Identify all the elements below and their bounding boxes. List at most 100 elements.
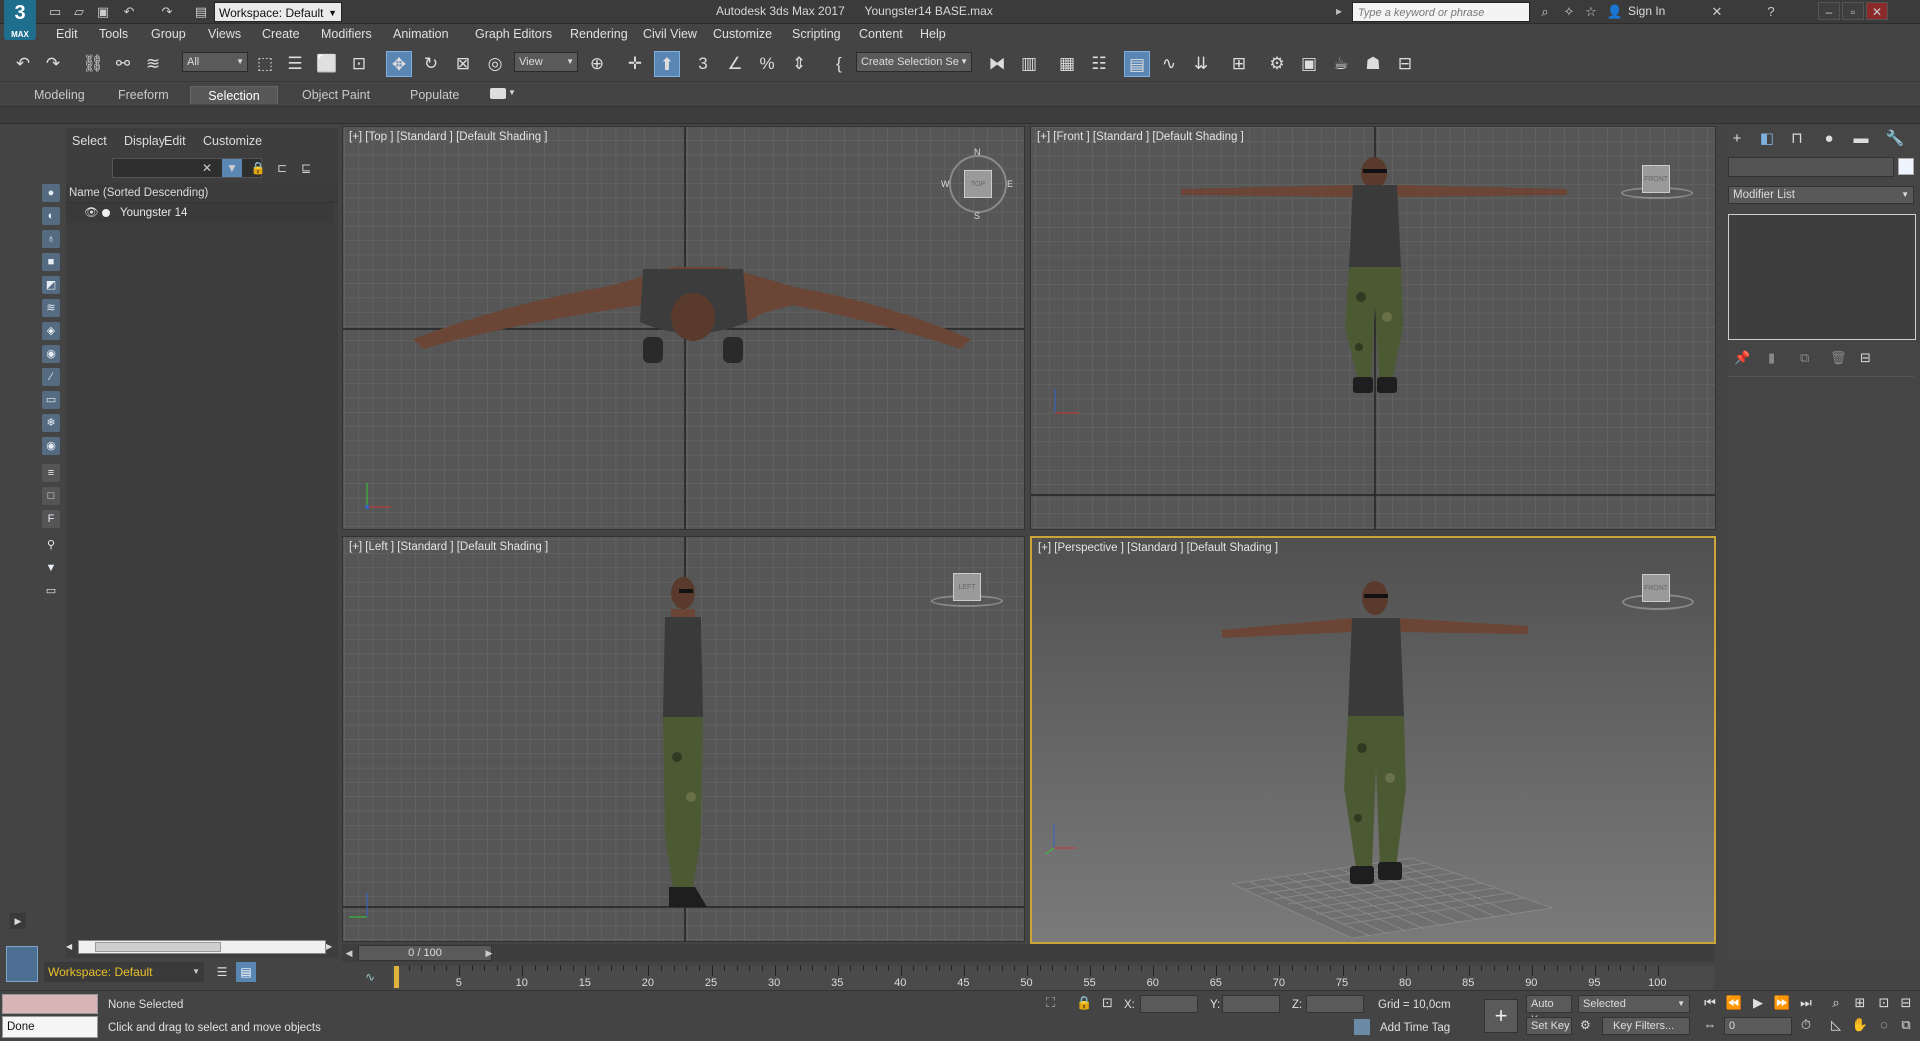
chevron-down-icon[interactable]: ▼ bbox=[508, 88, 516, 97]
close-button[interactable]: ✕ bbox=[1866, 2, 1888, 20]
display-icon[interactable]: ▬ bbox=[1850, 128, 1872, 150]
place-icon[interactable]: ◎ bbox=[482, 51, 508, 77]
horizontal-scrollbar[interactable] bbox=[78, 940, 326, 954]
render-frame-icon[interactable]: ▣ bbox=[1296, 51, 1322, 77]
menu-edit[interactable]: Edit bbox=[56, 27, 78, 41]
list-item[interactable]: 👁 Youngster 14 bbox=[66, 203, 334, 223]
utilities-icon[interactable]: 🔧 bbox=[1884, 128, 1906, 150]
selection-lock-icon[interactable]: 🔒 bbox=[1076, 995, 1092, 1011]
scroll-right-icon[interactable]: ▶ bbox=[326, 940, 336, 954]
scroll-left-icon[interactable]: ◀ bbox=[66, 940, 76, 954]
display-lights-icon[interactable]: ♁ bbox=[42, 230, 60, 248]
explorer-mode-icon[interactable]: ▤ bbox=[236, 962, 256, 982]
time-slider-thumb[interactable]: 0 / 100 bbox=[358, 945, 492, 961]
display-none-icon[interactable]: □ bbox=[42, 487, 60, 505]
display-space-warps-icon[interactable]: ≋ bbox=[42, 299, 60, 317]
next-frame-icon[interactable]: ⏩ bbox=[1772, 995, 1792, 1011]
select-manipulate-icon[interactable]: ✛ bbox=[622, 51, 648, 77]
display-helpers-icon[interactable]: ◩ bbox=[42, 276, 60, 294]
rotate-icon[interactable]: ↻ bbox=[418, 51, 444, 77]
tab-modeling[interactable]: Modeling bbox=[24, 86, 95, 104]
move-icon[interactable]: ✥ bbox=[386, 51, 412, 77]
workspace-dropdown[interactable]: Workspace: Default ▼ bbox=[214, 2, 342, 22]
new-file-icon[interactable]: ▭ bbox=[46, 3, 64, 21]
menu-animation[interactable]: Animation bbox=[393, 27, 449, 41]
go-to-end-icon[interactable]: ⏭ bbox=[1796, 995, 1816, 1011]
display-invert-icon[interactable]: F bbox=[42, 510, 60, 528]
isolate-selection-icon[interactable]: ⛶ bbox=[1046, 995, 1055, 1011]
help-icon[interactable]: ? bbox=[1762, 3, 1780, 21]
menu-create[interactable]: Create bbox=[262, 27, 300, 41]
menu-views[interactable]: Views bbox=[208, 27, 241, 41]
workspace-selector[interactable]: Workspace: Default ▼ bbox=[44, 962, 204, 982]
viewcube[interactable]: FRONT bbox=[1642, 574, 1670, 602]
undo-icon[interactable]: ↶ bbox=[10, 51, 36, 77]
key-mode-dropdown[interactable]: Selected ▼ bbox=[1578, 995, 1690, 1013]
named-selection-dropdown[interactable]: Create Selection Se ▼ bbox=[856, 52, 972, 72]
configure-modifier-sets-icon[interactable]: ⊟ bbox=[1860, 350, 1871, 366]
viewcube[interactable]: TOP bbox=[964, 170, 992, 198]
selection-filter-dropdown[interactable]: All ▼ bbox=[182, 52, 248, 72]
exchange-icon[interactable]: ✕ bbox=[1708, 3, 1726, 21]
remove-modifier-icon[interactable]: 🗑 bbox=[1830, 350, 1847, 366]
viewport-perspective[interactable]: [+] [Perspective ] [Standard ] [Default … bbox=[1030, 536, 1716, 944]
character-perspective-view[interactable] bbox=[1222, 581, 1528, 884]
current-frame-field[interactable]: 0 bbox=[1724, 1017, 1792, 1035]
explorer-menu-edit[interactable]: Edit bbox=[164, 134, 186, 148]
zoom-all-icon[interactable]: ⊞ bbox=[1850, 995, 1870, 1011]
toggle-ribbon-icon[interactable]: ☷ bbox=[1086, 51, 1112, 77]
lock-icon[interactable]: 🔒 bbox=[248, 159, 268, 177]
maximize-button[interactable]: ▫ bbox=[1842, 2, 1864, 20]
auto-key-button[interactable]: Auto Key bbox=[1526, 995, 1572, 1026]
scrollbar-thumb[interactable] bbox=[95, 942, 221, 952]
viewport-label[interactable]: [+] [Perspective ] [Standard ] [Default … bbox=[1038, 542, 1278, 554]
display-bones-icon[interactable]: ⁄ bbox=[42, 368, 60, 386]
viewport-left[interactable]: [+] [Left ] [Standard ] [Default Shading… bbox=[342, 536, 1025, 942]
display-frozen-icon[interactable]: ❄ bbox=[42, 414, 60, 432]
dope-sheet-icon[interactable]: ⇊ bbox=[1188, 51, 1214, 77]
menu-tools[interactable]: Tools bbox=[99, 27, 128, 41]
tab-populate[interactable]: Populate bbox=[400, 86, 469, 104]
viewport-label[interactable]: [+] [Left ] [Standard ] [Default Shading… bbox=[349, 541, 548, 553]
viewport-front[interactable]: [+] [Front ] [Standard ] [Default Shadin… bbox=[1030, 126, 1716, 530]
sync-icon[interactable]: ▭ bbox=[42, 582, 60, 600]
select-by-name-icon[interactable]: ☰ bbox=[282, 51, 308, 77]
go-to-start-icon[interactable]: ⏮ bbox=[1700, 995, 1720, 1011]
window-crossing-icon[interactable]: ⊡ bbox=[346, 51, 372, 77]
timeline-track[interactable]: 5 10 15 20 25 30 35 40 45 50 55 60 65 70 75 80 85 90 95 100 bbox=[392, 966, 1714, 990]
modifier-list-dropdown[interactable]: Modifier List ▼ bbox=[1728, 186, 1914, 204]
select-object-icon[interactable]: ⬚ bbox=[252, 51, 278, 77]
menu-modifiers[interactable]: Modifiers bbox=[321, 27, 372, 41]
layer-icon[interactable]: ☰ bbox=[212, 962, 232, 982]
reference-coordinate-dropdown[interactable]: View ▼ bbox=[514, 52, 578, 72]
menu-group[interactable]: Group bbox=[151, 27, 186, 41]
explorer-menu-display[interactable]: Display bbox=[124, 134, 165, 148]
time-slider[interactable]: ◀ 0 / 100 ▶ bbox=[342, 944, 1714, 962]
object-name-field[interactable] bbox=[1728, 157, 1894, 177]
viewcube-compass[interactable]: TOP N S E W bbox=[941, 147, 1013, 221]
set-key-button[interactable]: Set Key bbox=[1526, 1017, 1572, 1035]
render-setup-icon[interactable]: ⚙ bbox=[1264, 51, 1290, 77]
tab-selection[interactable]: Selection bbox=[190, 86, 278, 104]
previous-frame-icon[interactable]: ⏪ bbox=[1724, 995, 1744, 1011]
time-tag-icon[interactable] bbox=[1354, 1019, 1370, 1035]
pin-stack-icon[interactable]: 📌 bbox=[1734, 350, 1750, 366]
menu-rendering[interactable]: Rendering bbox=[570, 27, 628, 41]
z-coordinate-field[interactable] bbox=[1306, 995, 1364, 1013]
menu-scripting[interactable]: Scripting bbox=[792, 27, 841, 41]
favorites-star-icon[interactable]: ☆ bbox=[1582, 3, 1600, 21]
orbit-icon[interactable]: ◌ bbox=[1874, 1017, 1894, 1032]
next-frame-arrow-icon[interactable]: ▶ bbox=[482, 945, 496, 961]
play-icon[interactable]: ▶ bbox=[1748, 995, 1768, 1011]
search-input[interactable]: Type a keyword or phrase bbox=[1352, 2, 1530, 22]
viewcube[interactable]: FRONT bbox=[1642, 165, 1670, 193]
layers-icon[interactable]: ⊑ bbox=[296, 159, 316, 177]
bind-space-warp-icon[interactable]: ≋ bbox=[140, 51, 166, 77]
redo-icon[interactable]: ↷ bbox=[40, 51, 66, 77]
rect-region-icon[interactable]: ⬜ bbox=[314, 51, 340, 77]
explorer-menu-customize[interactable]: Customize bbox=[203, 134, 262, 148]
material-editor-icon[interactable]: ⊞ bbox=[1226, 51, 1252, 77]
sign-in-link[interactable]: Sign In bbox=[1628, 4, 1665, 18]
curve-editor-mini-icon[interactable]: ∿ bbox=[352, 966, 388, 988]
filter-icon[interactable]: ▼ bbox=[222, 159, 242, 177]
